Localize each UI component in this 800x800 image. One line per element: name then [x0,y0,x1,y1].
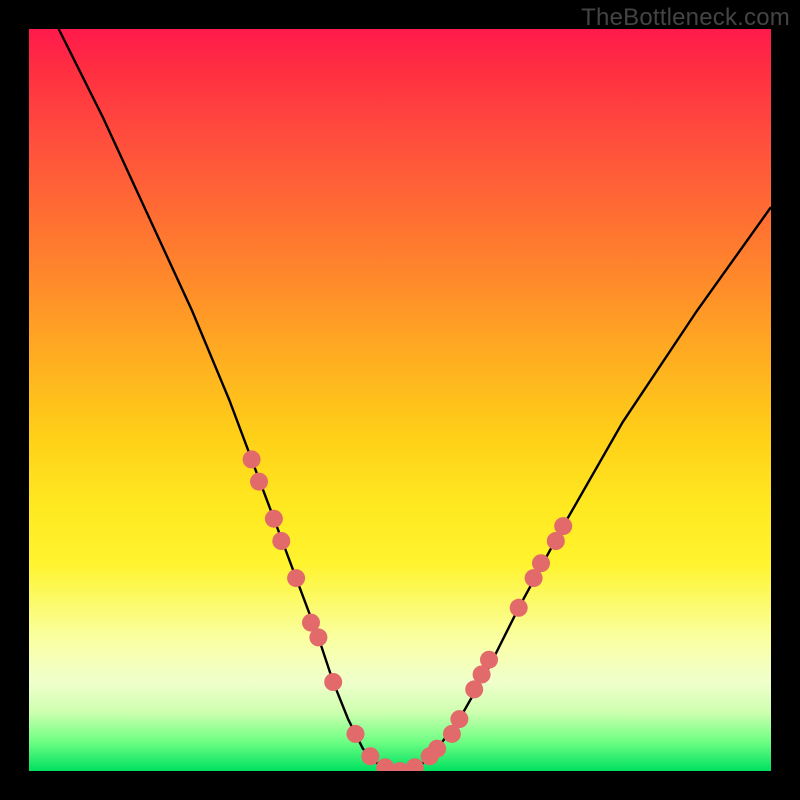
curve-marker [272,532,290,550]
chart-overlay-svg [29,29,771,771]
curve-marker [532,554,550,572]
curve-marker [480,651,498,669]
curve-marker [361,747,379,765]
curve-marker [309,628,327,646]
curve-markers [243,450,573,771]
watermark-text: TheBottleneck.com [581,4,790,32]
curve-marker [554,517,572,535]
curve-marker [347,725,365,743]
curve-marker [287,569,305,587]
curve-marker [406,758,424,771]
curve-marker [428,740,446,758]
curve-marker [450,710,468,728]
curve-marker [243,450,261,468]
curve-marker [510,599,528,617]
chart-frame: TheBottleneck.com [0,0,800,800]
curve-marker [250,473,268,491]
bottleneck-curve [59,29,771,771]
curve-marker [324,673,342,691]
curve-marker [265,510,283,528]
